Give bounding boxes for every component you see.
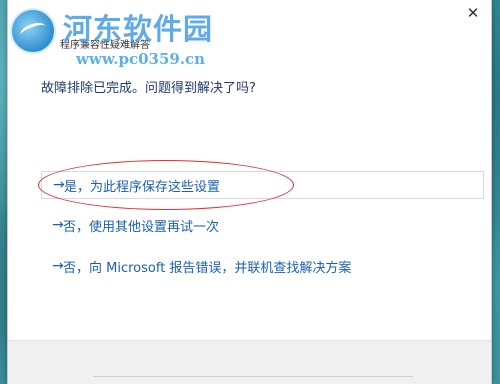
option-try-other-settings[interactable]: → 否，使用其他设置再试一次: [41, 211, 484, 239]
watermark-url: www.pc0359.cn: [76, 50, 206, 68]
option-label: 否，使用其他设置再试一次: [63, 219, 220, 235]
arrow-right-icon: →: [52, 217, 64, 233]
option-report-problem[interactable]: → 否，向 Microsoft 报告错误，并联机查找解决方案: [41, 252, 484, 280]
watermark-logo-icon: [10, 8, 56, 54]
arrow-right-icon: →: [52, 258, 64, 274]
option-label: 否，向 Microsoft 报告错误，并联机查找解决方案: [63, 260, 352, 276]
option-save-settings[interactable]: → 是，为此程序保存这些设置: [41, 171, 484, 199]
window-title: 程序兼容性疑难解答: [60, 40, 150, 51]
arrow-right-icon: →: [53, 177, 65, 193]
troubleshooter-dialog: ✕ 程序兼容性疑难解答 河东软件园 www.pc0359.cn 故障排除已完成。…: [7, 0, 492, 384]
option-label: 是，为此程序保存这些设置: [64, 179, 221, 195]
close-button[interactable]: ✕: [459, 2, 487, 24]
window-edge: [93, 376, 413, 384]
close-icon: ✕: [466, 4, 480, 22]
result-question: 故障排除已完成。问题得到解决了吗?: [41, 81, 256, 96]
